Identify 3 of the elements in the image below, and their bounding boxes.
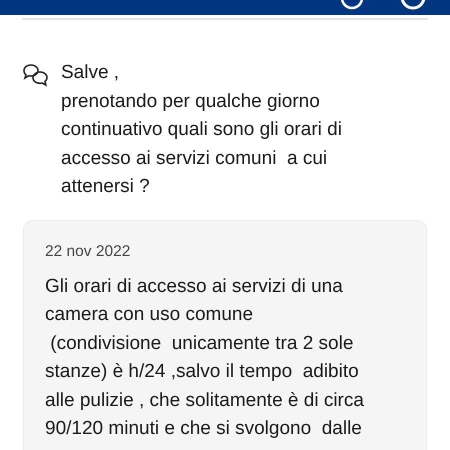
question-text: Salve , prenotando per qualche giorno continuativo quali sono gli orari di accesso ai servizi comuni a cui attenersi ? (61, 61, 342, 199)
answer-text: Gli orari di accesso ai servizi di una camera con uso comune (condivisione unicamente tra 2 sole stanze) è h/24 ,salvo il tempo adibito alle pulizie , che solitamente è di circa 90/120 minuti e che si svolgono dalle (45, 274, 365, 441)
answer-date: 22 nov 2022 (45, 242, 132, 262)
